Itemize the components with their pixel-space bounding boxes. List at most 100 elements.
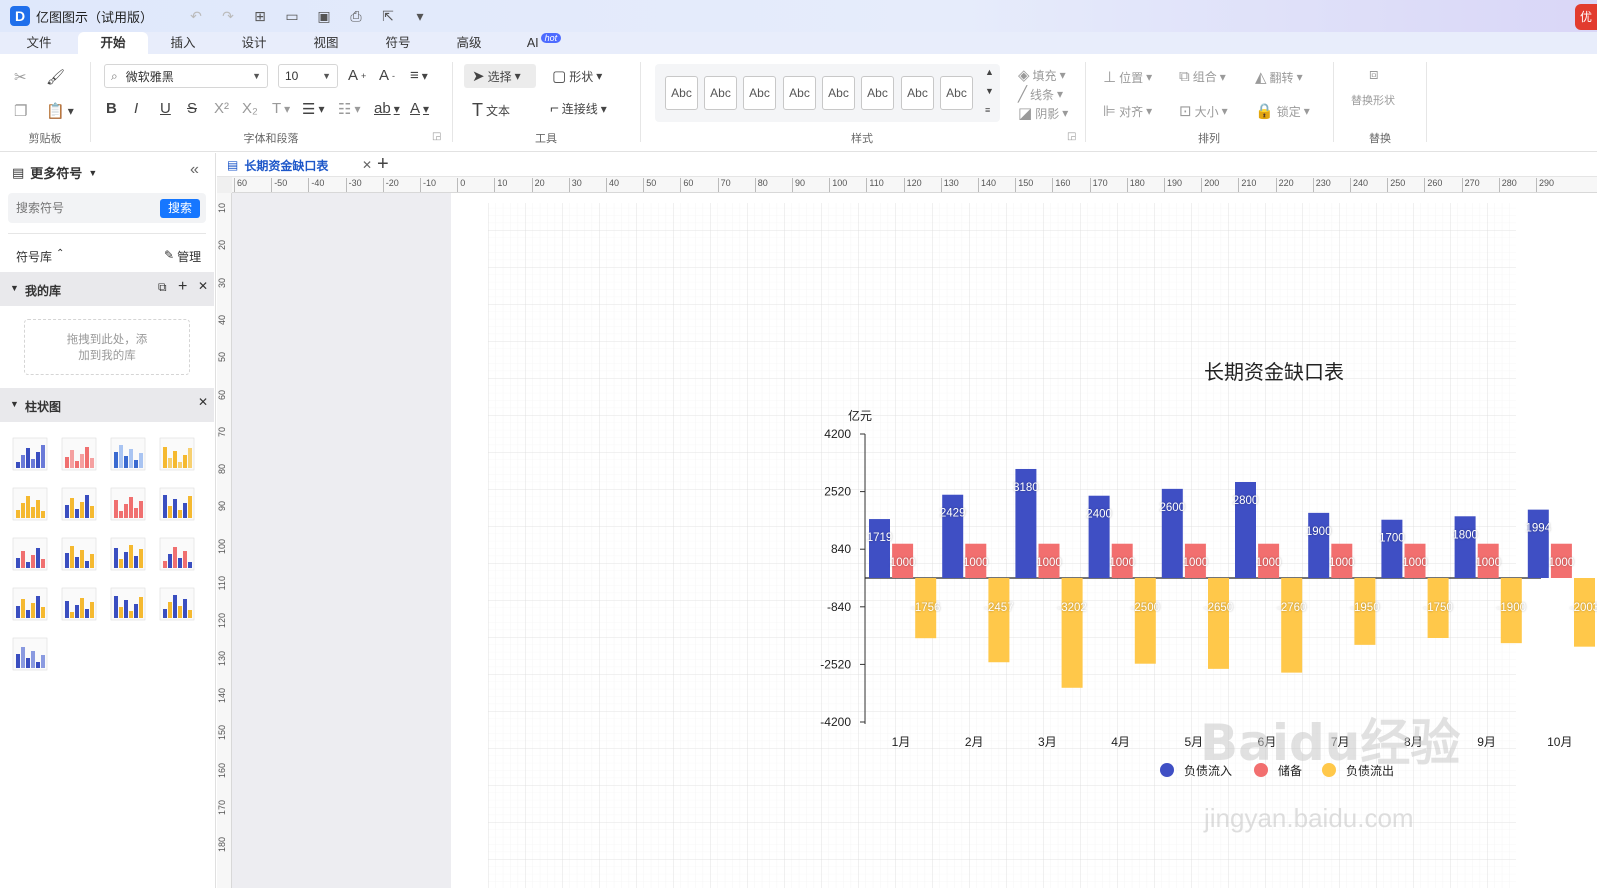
tab-design[interactable]: 设计 — [218, 32, 290, 54]
tab-view[interactable]: 视图 — [290, 32, 362, 54]
line-spacing-icon[interactable]: ☰ ▾ — [302, 100, 324, 118]
strikethrough-icon[interactable]: S — [187, 100, 197, 117]
text-case-icon[interactable]: T ▾ — [272, 100, 290, 117]
undo-icon[interactable]: ↶ — [187, 8, 205, 25]
format-painter-icon[interactable]: 🖌 — [46, 68, 65, 86]
tab-ai[interactable]: AI hot — [504, 32, 584, 54]
decrease-font-icon[interactable]: A- — [379, 67, 395, 84]
italic-icon[interactable]: I — [134, 100, 138, 117]
bar-chart-symbol[interactable] — [159, 487, 195, 523]
bar-chart-symbol[interactable] — [159, 437, 195, 473]
replace-shape-icon[interactable]: ⧈ — [1369, 66, 1379, 83]
increase-font-icon[interactable]: A + — [348, 67, 366, 84]
size-button[interactable]: ⊡ 大小 ▾ — [1179, 102, 1228, 120]
position-button[interactable]: ⊥ 位置 ▾ — [1103, 68, 1152, 86]
ruler-tick-label: 260 — [1424, 178, 1442, 192]
bar-chart-symbol[interactable] — [61, 537, 97, 573]
replace-shape-button[interactable]: 替换形状 — [1351, 92, 1395, 108]
vip-badge[interactable]: 优 — [1575, 4, 1597, 30]
bar-chart-symbol[interactable] — [110, 537, 146, 573]
collapse-sidebar-icon[interactable]: « — [190, 161, 199, 179]
drawing-canvas[interactable]: 长期资金缺口表 亿元 4200 2520 840 -840 -2520 -4200 1月 1719… — [232, 193, 1597, 888]
underline-icon[interactable]: U — [160, 100, 171, 117]
bar-chart-symbol[interactable] — [61, 487, 97, 523]
my-library-header[interactable]: ▼ 我的库 ⧉ + ✕ — [0, 272, 214, 306]
document-tab[interactable]: ▤ 长期资金缺口表 ✕ — [227, 153, 372, 177]
bar-chart-symbol[interactable] — [12, 637, 48, 673]
import-icon[interactable]: ⧉ — [158, 280, 167, 295]
bar-chart-symbol[interactable] — [159, 537, 195, 573]
ruler-tick-label: 80 — [217, 464, 227, 475]
divider — [640, 62, 641, 142]
open-folder-icon[interactable]: ▭ — [283, 8, 301, 25]
bullet-list-icon[interactable]: ☷ ▾ — [338, 100, 360, 118]
font-size-select[interactable]: 10 ▼ — [278, 64, 338, 88]
font-color-icon[interactable]: A ▾ — [410, 100, 429, 117]
search-button[interactable]: 搜索 — [160, 199, 200, 218]
bar-chart-symbol[interactable] — [12, 437, 48, 473]
shape-button[interactable]: ▢ 形状 ▾ — [552, 67, 602, 85]
bold-icon[interactable]: B — [106, 100, 117, 117]
save-icon[interactable]: ▣ — [315, 8, 333, 25]
expand-icon[interactable]: ◲ — [1067, 131, 1076, 142]
fill-button[interactable]: ◈ 填充 ▾ — [1018, 66, 1066, 84]
expand-icon[interactable]: ◲ — [432, 131, 441, 142]
bar-chart-symbol[interactable] — [110, 587, 146, 623]
symbol-library-toggle[interactable]: 符号库 ⌃ — [16, 248, 64, 265]
tab-insert[interactable]: 插入 — [148, 32, 218, 54]
connector-button[interactable]: ⌐ 连接线 ▾ — [550, 100, 607, 117]
customize-toolbar-icon[interactable]: ▾ — [411, 8, 429, 25]
copy-icon[interactable]: ❐ — [14, 102, 27, 120]
bar-chart-symbol[interactable] — [110, 487, 146, 523]
tab-file[interactable]: 文件 — [0, 32, 78, 54]
y-tick-label: 4200 — [824, 427, 851, 441]
tab-home[interactable]: 开始 — [78, 32, 148, 54]
rotate-button[interactable]: ◭ 翻转 ▾ — [1255, 68, 1303, 86]
chevron-down-icon: ▼ — [322, 71, 331, 81]
font-family-select[interactable]: ⌕ 微软雅黑 ▼ — [104, 64, 268, 88]
bar-chart-symbol[interactable] — [159, 587, 195, 623]
more-symbols-button[interactable]: ▤ 更多符号 ▼ — [12, 163, 97, 182]
drop-zone[interactable]: 拖拽到此处，添 加到我的库 — [24, 319, 190, 375]
data-label: 1000 — [1256, 557, 1282, 569]
add-tab-icon[interactable]: + — [377, 153, 389, 175]
bar-chart-symbol[interactable] — [61, 437, 97, 473]
bar-chart-symbol[interactable] — [61, 587, 97, 623]
redo-icon[interactable]: ↷ — [219, 8, 237, 25]
bar-chart-symbol[interactable] — [110, 437, 146, 473]
subscript-icon[interactable]: X₂ — [242, 100, 258, 117]
cut-icon[interactable]: ✂ — [14, 68, 27, 86]
select-button[interactable]: ➤ 选择 ▾ — [472, 67, 521, 85]
line-button[interactable]: ╱ 线条 ▾ — [1018, 85, 1063, 103]
close-icon[interactable]: ✕ — [198, 279, 208, 293]
ruler-tick-label: 150 — [1015, 178, 1033, 192]
shadow-button[interactable]: ◪ 阴影 ▾ — [1018, 104, 1068, 122]
bar-chart-library-header[interactable]: ▼ 柱状图 ✕ — [0, 388, 214, 422]
print-icon[interactable]: ⎙ — [347, 8, 365, 25]
bar-chart[interactable]: 长期资金缺口表亿元 4200 2520 840 -840 -2520 -4200 1月 1719… — [451, 193, 1597, 888]
text-button[interactable]: T 文本 — [472, 100, 510, 121]
bar-chart-symbol[interactable] — [12, 537, 48, 573]
group-button[interactable]: ⧉ 组合 ▾ — [1179, 68, 1226, 85]
close-icon[interactable]: ✕ — [198, 395, 208, 409]
export-icon[interactable]: ⇱ — [379, 8, 397, 25]
bar-chart-symbol[interactable] — [12, 487, 48, 523]
divider — [90, 62, 91, 142]
align-icon[interactable]: ≡ ▾ — [410, 67, 428, 84]
manage-button[interactable]: ✎ 管理 — [164, 248, 201, 265]
new-file-icon[interactable]: ⊞ — [251, 8, 269, 25]
drop-hint: 加到我的库 — [78, 350, 136, 362]
divider — [1426, 62, 1427, 142]
search-input[interactable] — [10, 196, 150, 220]
highlight-icon[interactable]: ab ▾ — [374, 100, 400, 117]
divider — [1333, 62, 1334, 142]
superscript-icon[interactable]: X² — [214, 100, 229, 117]
paste-icon[interactable]: 📋 ▾ — [46, 102, 74, 120]
bar-chart-symbol[interactable] — [12, 587, 48, 623]
tab-advanced[interactable]: 高级 — [434, 32, 504, 54]
align-button[interactable]: ⊫ 对齐 ▾ — [1103, 102, 1152, 120]
add-icon[interactable]: + — [178, 278, 187, 296]
tab-symbol[interactable]: 符号 — [362, 32, 434, 54]
lock-button[interactable]: 🔒 锁定 ▾ — [1255, 102, 1310, 120]
close-icon[interactable]: ✕ — [362, 158, 372, 172]
